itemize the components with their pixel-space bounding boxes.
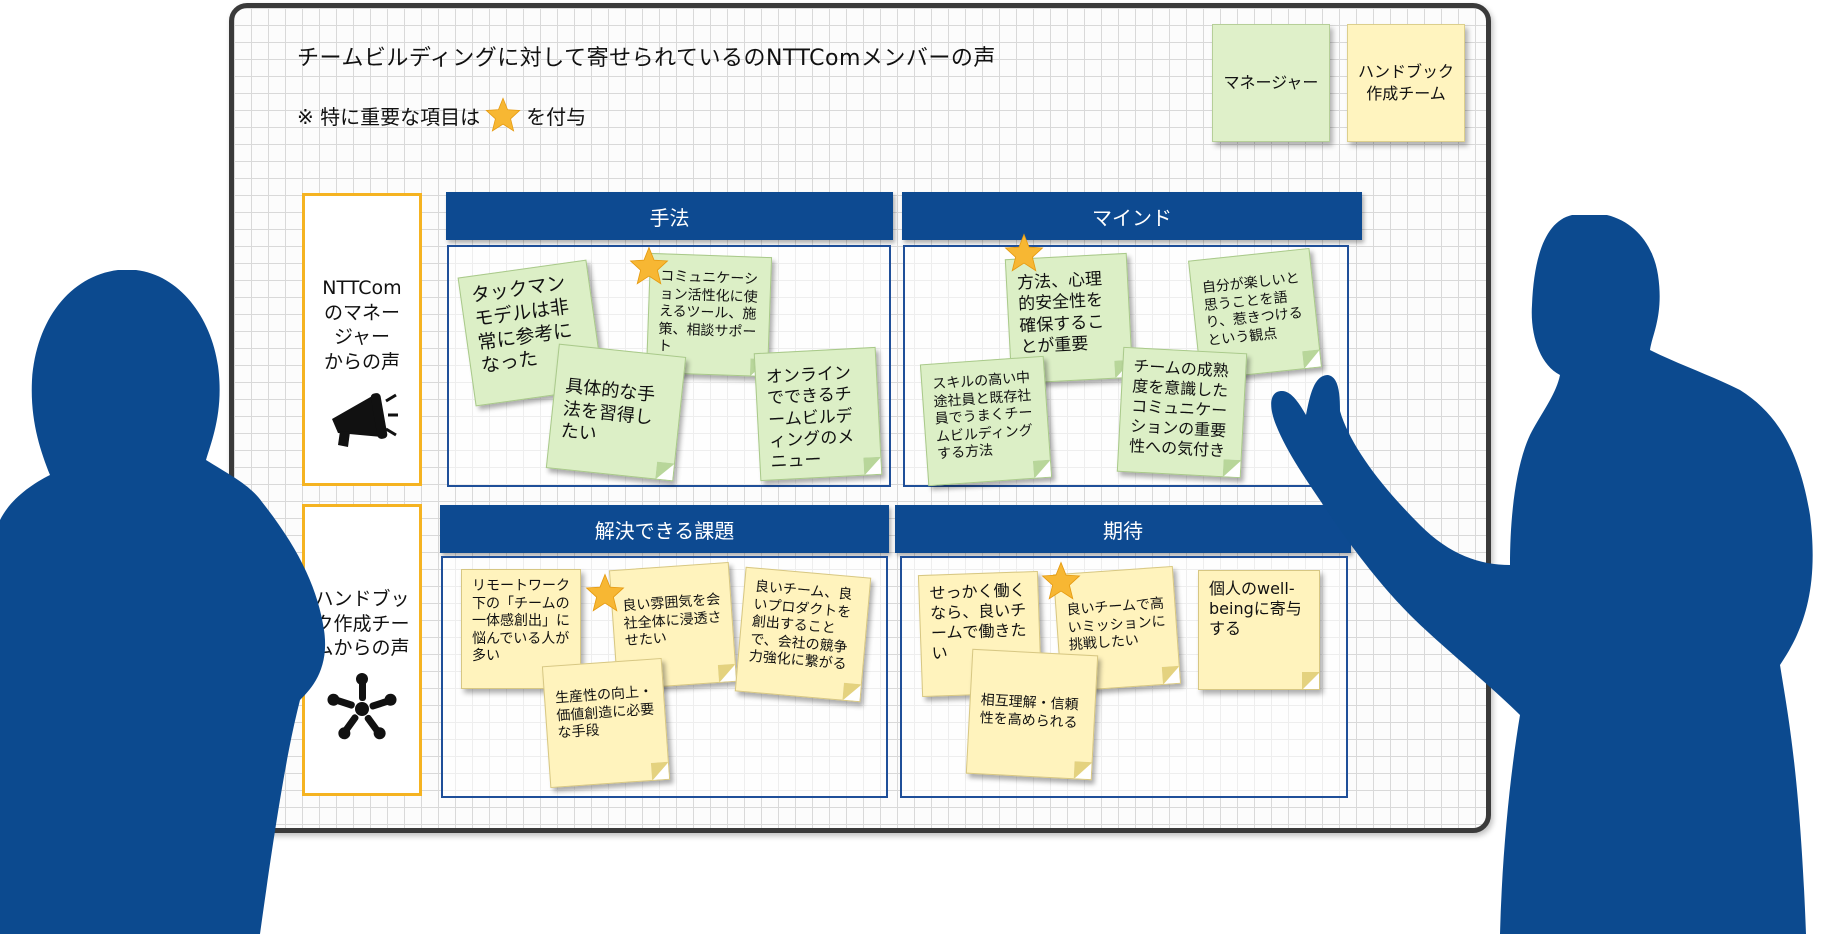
sticky-productivity-text: 生産性の向上・価値創造に必要な手段 [554,683,655,742]
header-expectation-label: 期待 [1103,518,1143,543]
header-method: 手法 [446,192,893,240]
header-mind-label: マインド [1092,205,1172,230]
sticky-comm-tools-text: コミュニケーション活性化に使えるツール、施策、相談サポート [657,268,759,355]
header-issues: 解決できる課題 [440,505,889,553]
star-icon [1041,561,1081,600]
row1-line: NTTCom [322,277,402,299]
note-prefix: ※ 特に重要な項目は [297,104,481,129]
sticky-trust-text: 相互理解・信頼性を高められる [979,692,1079,731]
hands-circle-icon [327,673,397,740]
right-person-silhouette [1271,215,1813,934]
star-icon [1004,233,1044,272]
left-person-silhouette [0,270,326,934]
legend-manager: マネージャー [1212,24,1330,142]
sticky-trust: 相互理解・信頼性を高められる [965,648,1099,781]
sticky-concrete: 具体的な手法を習得したい [545,343,687,482]
sticky-good-team: 良いチーム、良いプロダクトを創出することで、会社の競争力強化に繋がる [734,566,872,703]
sticky-good-team-text: 良いチーム、良いプロダクトを創出することで、会社の競争力強化に繋がる [748,578,853,673]
row1-line: ジャー [333,326,391,349]
legend-handbook-line1: ハンドブック [1357,62,1454,82]
sticky-remote-text: リモートワーク下の「チームの一体感創出」に悩んでいる人が多い [472,578,570,664]
header-method-label: 手法 [649,205,690,230]
row1-line: からの声 [323,351,400,374]
sticky-safety-text: 方法、心理的安全性を確保することが重要 [1016,269,1105,358]
note-suffix: を付与 [526,104,587,129]
sticky-atmosphere-text: 良い雰囲気を会社全体に浸透させたい [621,591,723,650]
megaphone-icon [332,392,398,447]
legend-handbook-line2: 作成チーム [1366,84,1446,103]
sticky-online-text: オンラインでできるチームビルディングのメニュー [765,363,855,473]
row1-line: のマネー [323,301,400,324]
sticky-concrete-text: 具体的な手法を習得したい [559,375,657,446]
sticky-skilled: スキルの高い中途社員と既存社員でうまくチームビルディングする方法 [919,355,1053,487]
sticky-mission-text: 良いチームで高いミッションに挑戦したい [1066,595,1167,654]
sticky-online: オンラインでできるチームビルディングのメニュー [753,346,883,482]
star-icon [485,97,521,132]
sticky-maturity-text: チームの成熟度を意識したコミュニケーションの重要性への気付き [1128,356,1230,461]
star-icon [629,246,669,285]
header-issues-label: 解決できる課題 [594,518,735,543]
board-title: チームビルディングに対して寄せられているのNTTComメンバーの声 [297,46,996,71]
star-icon [585,573,625,612]
legend-handbook: ハンドブック 作成チーム [1347,24,1465,142]
sticky-productivity: 生産性の向上・価値創造に必要な手段 [541,657,671,789]
legend-manager-label: マネージャー [1223,73,1319,93]
importance-note: ※ 特に重要な項目は を付与 [297,96,586,134]
row-label-managers-text: NTTCom のマネー ジャー からの声 [316,276,407,375]
sticky-maturity: チームの成熟度を意識したコミュニケーションの重要性への気付き [1116,346,1248,479]
sticky-skilled-text: スキルの高い中途社員と既存社員でうまくチームビルディングする方法 [931,369,1034,463]
